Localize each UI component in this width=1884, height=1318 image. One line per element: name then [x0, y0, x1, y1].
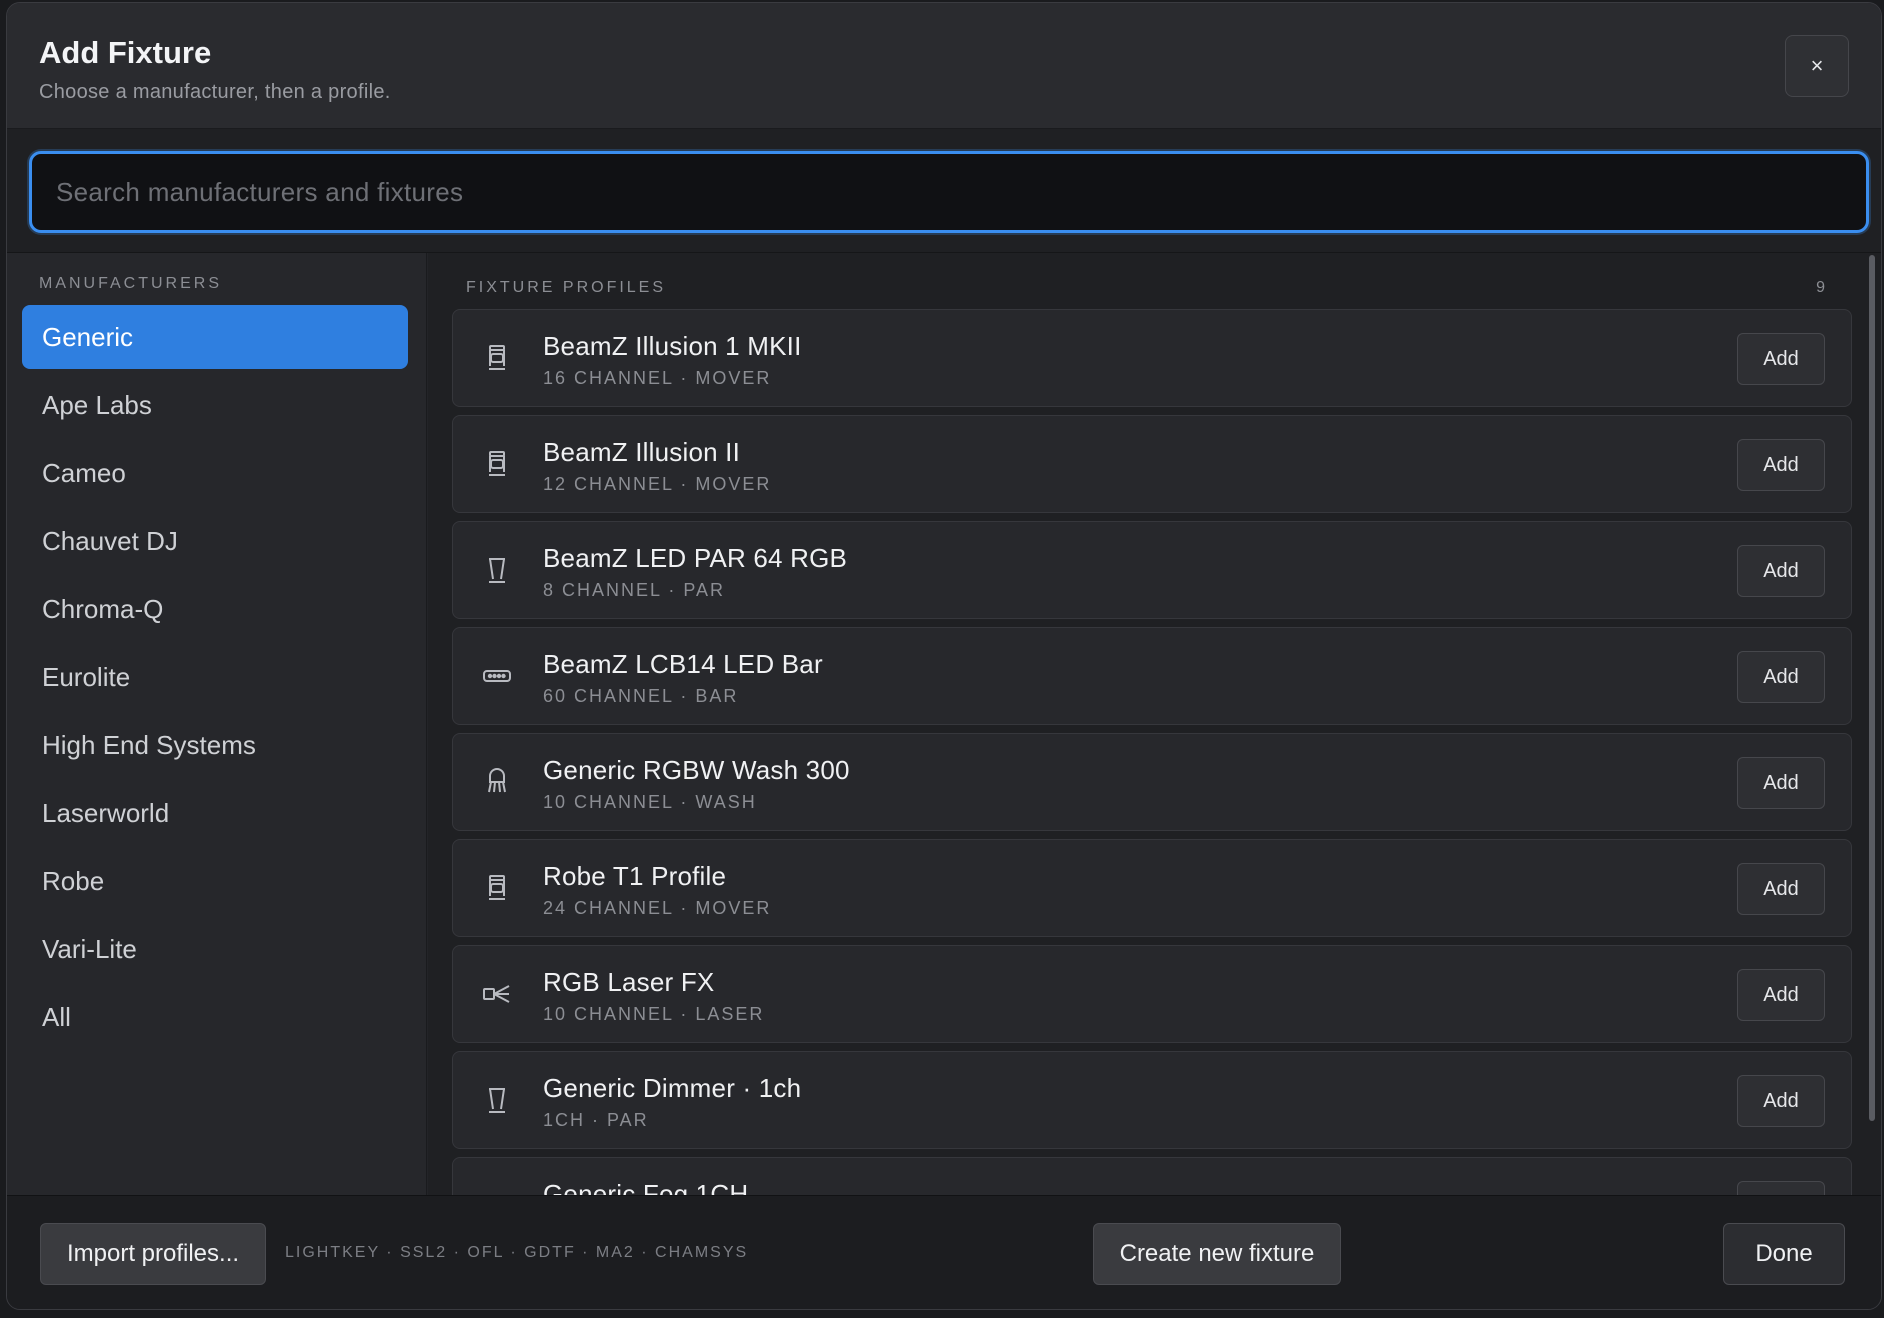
search-bar: [7, 129, 1881, 253]
add-fixture-button[interactable]: Add: [1737, 545, 1825, 597]
fixture-name: BeamZ Illusion 1 MKII: [543, 331, 802, 361]
dialog-subtitle: Choose a manufacturer, then a profile.: [39, 81, 391, 103]
manufacturer-item[interactable]: Cameo: [22, 441, 408, 505]
import-profiles-button[interactable]: Import profiles...: [40, 1223, 266, 1285]
supported-formats: LIGHTKEY · SSL2 · OFL · GDTF · MA2 · CHA…: [285, 1244, 749, 1261]
fixture-name: RGB Laser FX: [543, 967, 715, 997]
par-icon: [481, 1084, 513, 1116]
manufacturer-item[interactable]: Eurolite: [22, 645, 408, 709]
add-fixture-button[interactable]: Add: [1737, 651, 1825, 703]
manufacturer-item[interactable]: Chauvet DJ: [22, 509, 408, 573]
done-button[interactable]: Done: [1723, 1223, 1845, 1285]
par-icon: [481, 554, 513, 586]
manufacturer-item[interactable]: Vari-Lite: [22, 917, 408, 981]
fixture-profiles-panel: FIXTURE PROFILES 9 BeamZ Illusion 1 MKII…: [428, 253, 1881, 1195]
fixture-profile-row[interactable]: BeamZ LED PAR 64 RGB 8 CHANNEL · PAR Add: [452, 521, 1852, 619]
fixture-profile-row[interactable]: BeamZ Illusion II 12 CHANNEL · MOVER Add: [452, 415, 1852, 513]
dialog-footer: Import profiles... LIGHTKEY · SSL2 · OFL…: [7, 1195, 1881, 1309]
fixture-name: Generic Fog 1CH: [543, 1179, 749, 1195]
laser-icon: [481, 978, 513, 1010]
add-fixture-button[interactable]: Add: [1737, 969, 1825, 1021]
fixture-meta: 10 CHANNEL · WASH: [543, 792, 757, 812]
fixture-name: Robe T1 Profile: [543, 861, 727, 891]
manufacturer-list: Generic Ape Labs Cameo Chauvet DJ Chroma-Q Eu…: [22, 305, 408, 1053]
add-fixture-button[interactable]: Add: [1737, 439, 1825, 491]
fixture-name: Generic RGBW Wash 300: [543, 755, 850, 785]
close-icon: ×: [1810, 53, 1824, 78]
add-fixture-button[interactable]: Add: [1737, 757, 1825, 809]
fixture-profile-row[interactable]: BeamZ Illusion 1 MKII 16 CHANNEL · MOVER A…: [452, 309, 1852, 407]
fixture-name: BeamZ LED PAR 64 RGB: [543, 543, 848, 573]
bar-icon: [481, 660, 513, 692]
fixture-profile-row[interactable]: Robe T1 Profile 24 CHANNEL · MOVER Add: [452, 839, 1852, 937]
manufacturer-item[interactable]: Laserworld: [22, 781, 408, 845]
fixture-profile-row[interactable]: Generic RGBW Wash 300 10 CHANNEL · WASH Ad…: [452, 733, 1852, 831]
dialog-header: Add Fixture Choose a manufacturer, then …: [7, 3, 1881, 129]
wash-icon: [481, 766, 513, 798]
manufacturer-item[interactable]: All: [22, 985, 408, 1049]
mover-icon: [481, 342, 513, 374]
scrollbar[interactable]: [1869, 255, 1875, 1121]
manufacturer-item[interactable]: Chroma-Q: [22, 577, 408, 641]
manufacturer-item[interactable]: Robe: [22, 849, 408, 913]
manufacturers-heading: MANUFACTURERS: [39, 275, 223, 292]
fixture-profile-row[interactable]: Generic Dimmer · 1ch 1CH · PAR Add: [452, 1051, 1852, 1149]
add-fixture-button[interactable]: Add: [1737, 1075, 1825, 1127]
add-fixture-dialog: Add Fixture Choose a manufacturer, then …: [6, 2, 1882, 1310]
search-input[interactable]: [29, 151, 1869, 233]
fixture-meta: 10 CHANNEL · LASER: [543, 1004, 765, 1024]
fixture-profile-row[interactable]: RGB Laser FX 10 CHANNEL · LASER Add: [452, 945, 1852, 1043]
mover-icon: [481, 872, 513, 904]
dialog-title: Add Fixture: [39, 35, 212, 70]
create-fixture-button[interactable]: Create new fixture: [1093, 1223, 1341, 1285]
profile-list: BeamZ Illusion 1 MKII 16 CHANNEL · MOVER A…: [452, 309, 1852, 1195]
fixture-profiles-heading: FIXTURE PROFILES: [466, 279, 667, 296]
add-fixture-button[interactable]: Add: [1737, 333, 1825, 385]
manufacturer-item[interactable]: Generic: [22, 305, 408, 369]
manufacturer-sidebar: MANUFACTURERS Generic Ape Labs Cameo Chauve…: [7, 253, 427, 1195]
add-fixture-button[interactable]: Add: [1737, 1181, 1825, 1195]
fixture-meta: 60 CHANNEL · BAR: [543, 686, 739, 706]
profile-count: 9: [1816, 279, 1825, 296]
fixture-meta: 12 CHANNEL · MOVER: [543, 474, 772, 494]
add-fixture-button[interactable]: Add: [1737, 863, 1825, 915]
fixture-name: BeamZ Illusion II: [543, 437, 741, 467]
close-button[interactable]: ×: [1785, 35, 1849, 97]
fixture-name: Generic Dimmer · 1ch: [543, 1073, 802, 1103]
fixture-meta: 24 CHANNEL · MOVER: [543, 898, 772, 918]
fixture-name: BeamZ LCB14 LED Bar: [543, 649, 823, 679]
mover-icon: [481, 448, 513, 480]
fixture-meta: 16 CHANNEL · MOVER: [543, 368, 772, 388]
manufacturer-item[interactable]: Ape Labs: [22, 373, 408, 437]
fixture-meta: 8 CHANNEL · PAR: [543, 580, 726, 600]
manufacturer-item[interactable]: High End Systems: [22, 713, 408, 777]
fixture-meta: 1CH · PAR: [543, 1110, 649, 1130]
fixture-profile-row[interactable]: Generic Fog 1CH Add: [452, 1157, 1852, 1195]
fixture-profile-row[interactable]: BeamZ LCB14 LED Bar 60 CHANNEL · BAR Add: [452, 627, 1852, 725]
